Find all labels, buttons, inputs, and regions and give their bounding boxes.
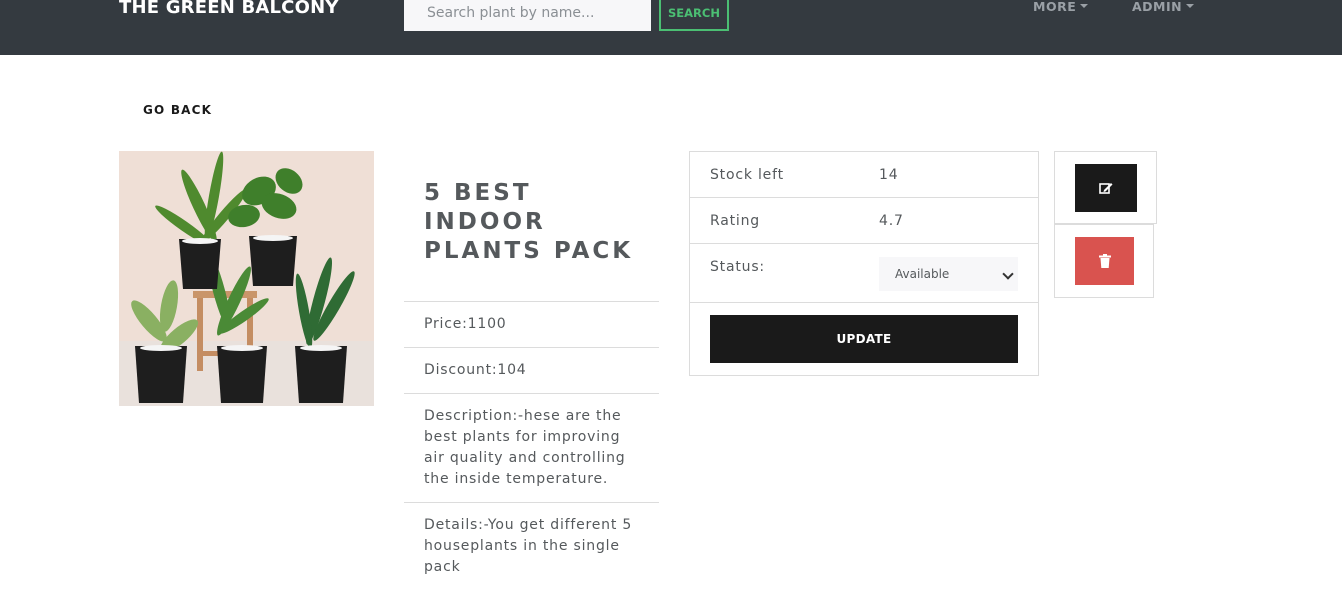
description-row: Description:-hese are the best plants fo… bbox=[404, 393, 659, 502]
divider bbox=[690, 302, 1038, 303]
more-dropdown[interactable]: MORE bbox=[1033, 0, 1089, 14]
status-selected: Available bbox=[895, 267, 950, 281]
more-label: MORE bbox=[1033, 0, 1077, 14]
chevron-down-icon bbox=[1002, 268, 1014, 280]
trash-icon bbox=[1098, 254, 1111, 268]
product-title: 5 BEST INDOOR PLANTS PACK bbox=[424, 180, 634, 264]
caret-down-icon bbox=[1186, 3, 1195, 8]
brand-title[interactable]: THE GREEN BALCONY bbox=[119, 0, 339, 20]
go-back-button[interactable]: GO BACK bbox=[119, 94, 236, 126]
stock-value: 14 bbox=[879, 167, 899, 183]
details-row: Details:-You get different 5 houseplants… bbox=[404, 502, 659, 592]
stock-card: Stock left 14 Rating 4.7 Status: Availab… bbox=[689, 151, 1039, 376]
stock-label: Stock left bbox=[710, 167, 784, 183]
search-button[interactable]: SEARCH bbox=[659, 0, 729, 31]
edit-icon bbox=[1099, 183, 1113, 194]
discount-row: Discount:104 bbox=[404, 347, 659, 393]
edit-card bbox=[1054, 151, 1157, 224]
divider bbox=[690, 197, 1038, 198]
admin-label: ADMIN bbox=[1132, 0, 1183, 14]
price-row: Price:1100 bbox=[404, 301, 659, 347]
rating-label: Rating bbox=[710, 213, 760, 229]
plants-photo bbox=[119, 151, 374, 406]
caret-down-icon bbox=[1080, 3, 1089, 8]
delete-button[interactable] bbox=[1075, 237, 1134, 285]
status-label: Status: bbox=[710, 259, 765, 275]
search-input[interactable] bbox=[404, 0, 651, 31]
navbar: THE GREEN BALCONY SEARCH MORE ADMIN bbox=[0, 0, 1342, 55]
rating-value: 4.7 bbox=[879, 213, 904, 229]
admin-dropdown[interactable]: ADMIN bbox=[1132, 0, 1195, 14]
delete-card bbox=[1054, 224, 1154, 298]
status-select[interactable]: Available bbox=[879, 257, 1018, 291]
product-image bbox=[119, 151, 374, 406]
edit-button[interactable] bbox=[1075, 164, 1137, 212]
update-button[interactable]: UPDATE bbox=[710, 315, 1018, 363]
divider bbox=[690, 243, 1038, 244]
